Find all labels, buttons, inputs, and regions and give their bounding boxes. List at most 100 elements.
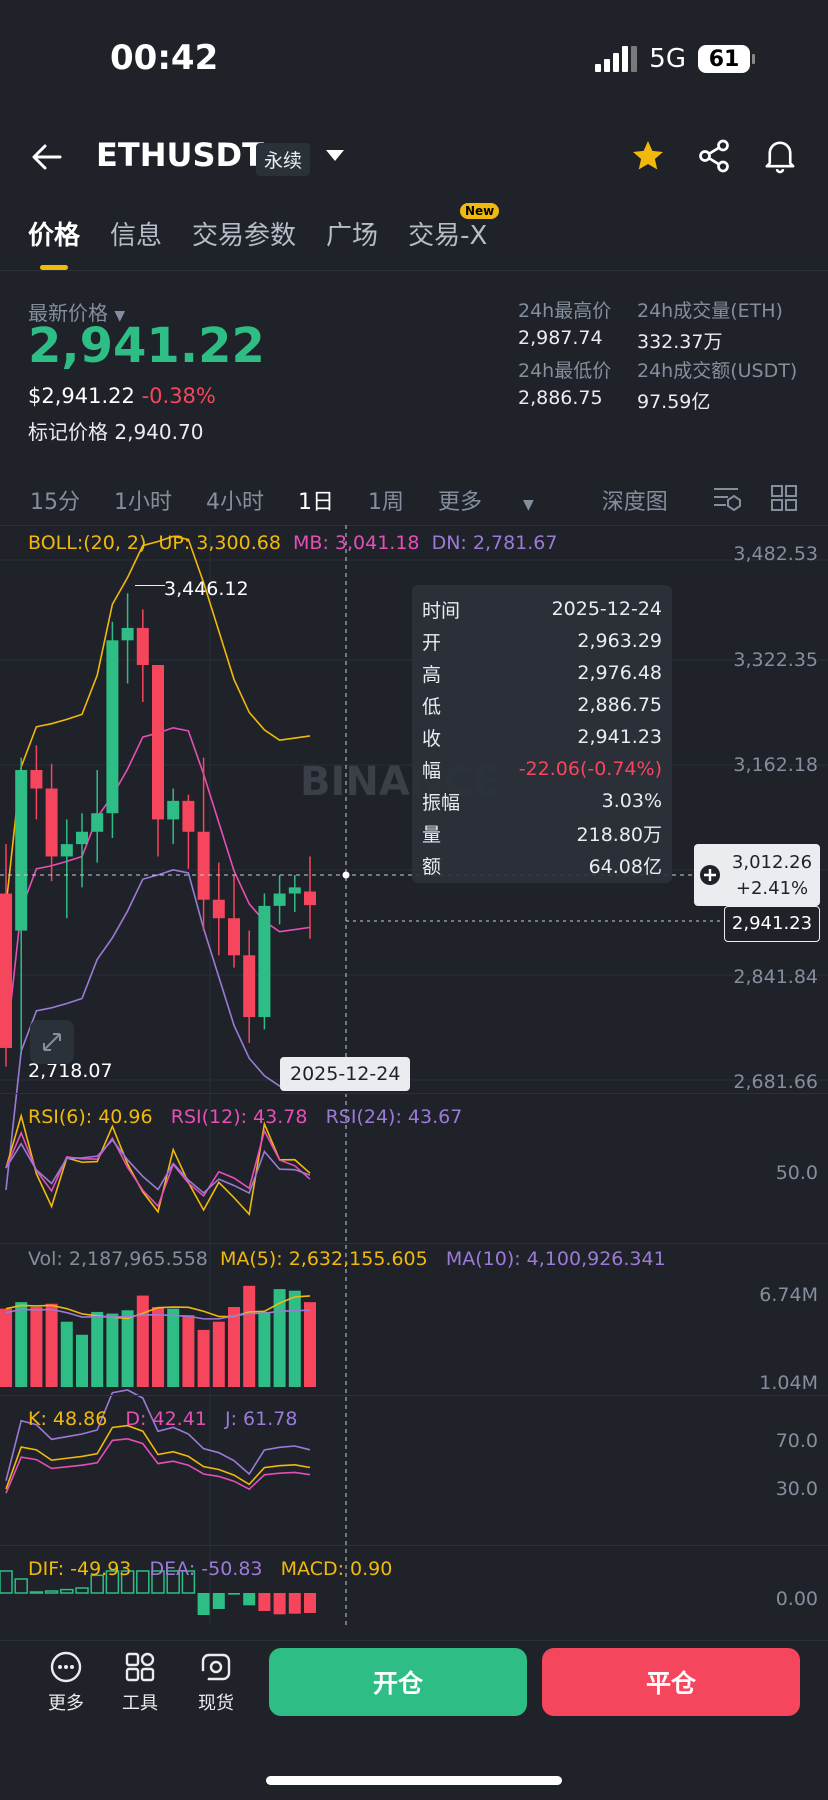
candle-body [15, 770, 28, 931]
open-position-button[interactable]: 开仓 [269, 1648, 527, 1716]
volume-bar [167, 1308, 180, 1387]
macd-bar [197, 1593, 210, 1615]
tab-trading-params[interactable]: 交易参数 [192, 215, 296, 252]
back-arrow-icon[interactable] [30, 140, 64, 174]
tooltip-row: 额 64.08亿 [422, 855, 662, 878]
layout-grid-icon[interactable] [770, 484, 798, 512]
rsi-axis: 50.0 [775, 1162, 818, 1184]
volume-bar [91, 1311, 104, 1387]
macd-bar [304, 1593, 316, 1613]
more-tool[interactable]: 更多 [36, 1650, 96, 1715]
candle-body [136, 627, 149, 665]
interval-4h[interactable]: 4小时 [206, 484, 264, 516]
kdj-k-line [5, 1424, 311, 1490]
star-icon[interactable] [630, 138, 666, 174]
kdj-j: J: 61.78 [225, 1408, 298, 1430]
tab-price[interactable]: 价格 [28, 215, 80, 270]
high-annotation: 3,446.12 [164, 578, 249, 600]
rsi-legend[interactable]: RSI(6): 40.96 RSI(12): 43.78 RSI(24): 43… [28, 1106, 462, 1128]
interval-1h[interactable]: 1小时 [114, 484, 172, 516]
macd-bar [0, 1570, 13, 1594]
spot-label: 现货 [198, 1693, 234, 1714]
mark-price-label: 标记价格 [28, 420, 108, 444]
kdj-legend[interactable]: K: 48.86 D: 42.41 J: 61.78 [28, 1408, 297, 1430]
macd-bar [44, 1590, 59, 1594]
top-tabs: 价格 信息 交易参数 广场 交易-X New [28, 203, 500, 270]
interval-more[interactable]: 更多 ▼ [438, 484, 568, 516]
vol-ma5: MA(5): 2,632,155.605 [219, 1248, 428, 1270]
macd-legend[interactable]: DIF: -49.93 DEA: -50.83 MACD: 0.90 [28, 1558, 392, 1580]
tools-label: 工具 [122, 1693, 158, 1714]
macd-bar [60, 1588, 74, 1594]
add-order-button[interactable] [694, 844, 726, 906]
crosshair-point [342, 871, 350, 879]
candle-body [60, 844, 73, 857]
macd-divider [0, 1545, 828, 1546]
new-badge: New [459, 203, 500, 219]
tooltip-row: 开 2,963.29 [422, 630, 662, 654]
tab-square[interactable]: 广场 [326, 215, 378, 252]
interval-1d[interactable]: 1日 [298, 484, 334, 516]
volume-bar [30, 1307, 43, 1387]
axis-price-1: 3,482.53 [733, 543, 818, 565]
macd-bar [288, 1593, 301, 1614]
interval-15m[interactable]: 15分 [30, 484, 80, 516]
candle-body [288, 887, 301, 894]
tab-trade-x-label: 交易-X [408, 221, 488, 251]
kdj-axis-top: 70.0 [775, 1430, 818, 1452]
close-position-button[interactable]: 平仓 [542, 1648, 800, 1716]
stat-24h-vol-usdt: 24h成交额(USDT) 97.59亿 [637, 360, 798, 413]
kdj-d: D: 42.41 [125, 1408, 207, 1430]
tooltip-row: 高 2,976.48 [422, 662, 662, 686]
volume-bar [60, 1321, 73, 1387]
kdj-divider [0, 1395, 828, 1396]
network-type: 5G [649, 44, 686, 74]
macd-value: MACD: 0.90 [280, 1558, 393, 1580]
candle-body [197, 831, 210, 900]
tooltip-row: 量 218.80万 [422, 823, 662, 846]
last-price: 2,941.22 [28, 318, 265, 374]
battery-level: 61 [708, 46, 740, 72]
spot-tool[interactable]: 现货 [186, 1650, 246, 1715]
candle-body [45, 788, 58, 857]
share-icon[interactable] [696, 138, 732, 174]
candle-body [167, 800, 180, 820]
tab-trade-x[interactable]: 交易-X New [408, 203, 500, 252]
volume-bar [243, 1285, 256, 1387]
candle-body [121, 627, 134, 641]
stat-24h-low: 24h最低价 2,886.75 [518, 360, 612, 409]
fullscreen-button[interactable] [30, 1020, 74, 1064]
tools-tool[interactable]: 工具 [110, 1650, 170, 1715]
high-marker-line [135, 585, 165, 586]
bell-icon[interactable] [762, 137, 798, 175]
tab-info[interactable]: 信息 [110, 215, 162, 252]
chevron-down-icon[interactable] [326, 150, 344, 162]
vol-legend[interactable]: Vol: 2,187,965.558 MA(5): 2,632,155.605 … [28, 1248, 666, 1270]
volume-bar [288, 1290, 301, 1387]
status-time: 00:42 [110, 38, 219, 78]
more-label: 更多 [48, 1693, 84, 1714]
axis-price-4: 2,841.84 [733, 966, 818, 988]
vol-divider [0, 1243, 828, 1244]
axis-price-3: 3,162.18 [733, 754, 818, 776]
crosshair-price-tag: 3,012.26 +2.41% [724, 844, 820, 906]
tooltip-row: 时间 2025-12-24 [422, 598, 662, 622]
vol-axis-top: 6.74M [759, 1284, 818, 1306]
expand-icon [43, 1033, 61, 1051]
rsi-divider [0, 1093, 828, 1094]
volume-bar [258, 1311, 271, 1387]
boll-label: BOLL:(20, 2) [28, 532, 147, 554]
indicator-settings-icon[interactable] [712, 484, 742, 512]
home-indicator [266, 1776, 562, 1785]
symbol-title[interactable]: ETHUSDT [96, 136, 264, 174]
perpetual-badge: 永续 [256, 143, 311, 176]
boll-legend[interactable]: BOLL:(20, 2) UP: 3,300.68 MB: 3,041.18 D… [28, 532, 558, 554]
macd-bar [243, 1593, 256, 1606]
interval-1w[interactable]: 1周 [368, 484, 404, 516]
macd-dea: DEA: -50.83 [149, 1558, 263, 1580]
macd-bar [14, 1578, 28, 1594]
mark-price: 2,940.70 [114, 420, 204, 444]
depth-chart-tab[interactable]: 深度图 [602, 484, 668, 516]
signal-icon [595, 46, 638, 72]
macd-dif: DIF: -49.93 [28, 1558, 132, 1580]
